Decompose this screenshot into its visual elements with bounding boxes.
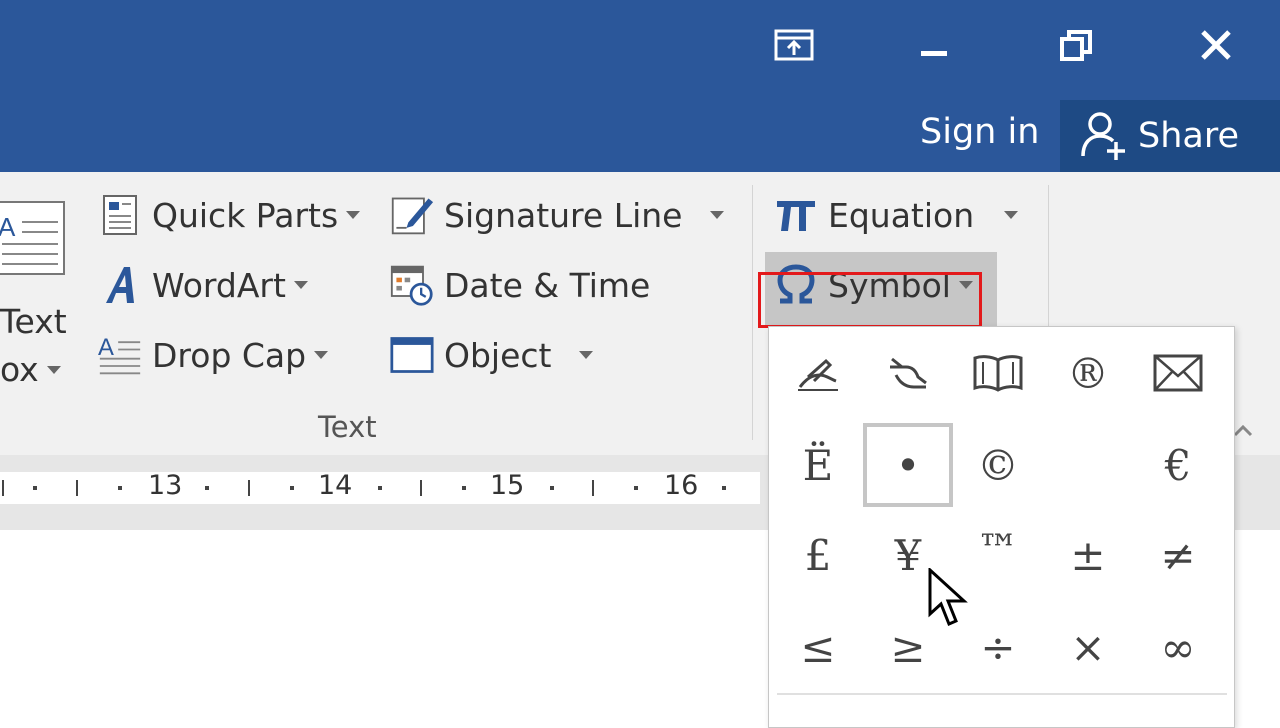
text-box-label-1: Text — [0, 302, 67, 341]
ruler-dot — [462, 486, 466, 490]
ribbon-display-icon — [774, 29, 814, 61]
drop-cap-button[interactable]: A Drop Cap — [98, 333, 329, 377]
object-label: Object — [444, 335, 552, 375]
object-dropdown-icon — [579, 351, 594, 359]
pointing-hand-icon — [890, 357, 927, 389]
ruler-dot — [550, 486, 554, 490]
symbol-item[interactable]: £ — [773, 513, 863, 597]
object-icon — [390, 333, 434, 377]
wordart-icon — [98, 263, 142, 307]
collapse-ribbon-button[interactable] — [1232, 420, 1254, 440]
svg-text:A: A — [0, 212, 16, 242]
symbol-item[interactable]: ® — [1043, 331, 1133, 415]
restore-icon — [1060, 30, 1092, 61]
equation-label: Equation — [828, 195, 975, 235]
ruler-tick — [592, 480, 594, 496]
horizontal-ruler: 13 14 15 16 — [0, 470, 760, 504]
ruler-mark: 16 — [664, 470, 699, 501]
ruler-mark: 13 — [148, 470, 183, 501]
ruler-tick — [2, 480, 4, 496]
text-box-button[interactable]: A Text ox — [0, 198, 70, 398]
title-bar: Sign in Share — [0, 0, 1280, 172]
object-button[interactable]: Object — [390, 333, 594, 377]
ruler-dot — [634, 486, 638, 490]
drop-cap-label: Drop Cap — [152, 335, 307, 375]
signature-line-label: Signature Line — [444, 195, 683, 235]
quick-parts-label: Quick Parts — [152, 195, 339, 235]
ruler-dot — [378, 486, 382, 490]
symbol-item[interactable]: € — [1133, 423, 1223, 507]
symbol-item[interactable] — [863, 331, 953, 415]
quick-parts-icon — [98, 193, 142, 237]
wordart-label: WordArt — [152, 265, 286, 305]
symbol-item[interactable]: © — [953, 423, 1043, 507]
symbol-highlight-box — [758, 272, 982, 328]
ribbon-display-options-button[interactable] — [764, 20, 824, 70]
quick-parts-button[interactable]: Quick Parts — [98, 193, 361, 237]
ruler-tick — [420, 480, 422, 496]
envelope-icon — [1153, 354, 1203, 392]
signature-line-dropdown-icon — [710, 211, 725, 219]
text-box-icon: A — [0, 201, 65, 275]
symbol-item-selected[interactable]: • — [863, 423, 953, 507]
signature-line-button[interactable]: Signature Line — [390, 193, 725, 237]
gallery-separator — [777, 693, 1227, 695]
symbol-item[interactable] — [773, 331, 863, 415]
text-box-label-row: ox — [0, 350, 61, 389]
date-time-icon — [390, 263, 434, 307]
ruler-tick — [76, 480, 78, 496]
drop-cap-icon: A — [98, 333, 142, 377]
open-book-icon — [973, 355, 1023, 392]
ruler-dot — [722, 486, 726, 490]
sign-in-link[interactable]: Sign in — [920, 112, 1039, 152]
ruler-mark: 14 — [318, 470, 353, 501]
chevron-up-icon — [1233, 424, 1253, 437]
quick-parts-dropdown-icon — [346, 211, 361, 219]
signature-line-icon — [390, 193, 434, 237]
symbol-item[interactable]: ≤ — [773, 605, 863, 689]
drop-cap-dropdown-icon — [314, 351, 329, 359]
ruler-dot — [33, 486, 37, 490]
symbol-item[interactable]: Ë — [773, 423, 863, 507]
share-person-icon — [1081, 112, 1125, 160]
share-button[interactable]: Share — [1060, 100, 1280, 172]
restore-button[interactable] — [1046, 20, 1106, 70]
symbol-item[interactable]: ≠ — [1133, 513, 1223, 597]
ruler-dot — [118, 486, 122, 490]
close-icon — [1201, 30, 1231, 60]
svg-text:A: A — [98, 334, 114, 361]
symbol-item[interactable] — [953, 331, 1043, 415]
text-box-dropdown-icon — [46, 365, 61, 374]
date-time-label: Date & Time — [444, 265, 651, 305]
share-label: Share — [1138, 116, 1240, 156]
ruler-dot — [205, 486, 209, 490]
equation-button[interactable]: Equation — [774, 193, 1019, 237]
symbol-item[interactable] — [1043, 423, 1133, 507]
ruler-tick — [248, 480, 250, 496]
writing-hand-icon — [798, 358, 838, 391]
symbol-item[interactable]: ∞ — [1133, 605, 1223, 689]
pi-icon — [774, 193, 818, 237]
text-box-label-2: ox — [0, 350, 39, 389]
group-separator — [752, 185, 753, 440]
equation-dropdown-icon — [1004, 211, 1019, 219]
close-button[interactable] — [1186, 20, 1246, 70]
document-page[interactable] — [0, 530, 770, 720]
date-time-button[interactable]: Date & Time — [390, 263, 650, 307]
wordart-button[interactable]: WordArt — [98, 263, 308, 307]
wordart-dropdown-icon — [293, 281, 308, 289]
group-label-text: Text — [318, 410, 377, 444]
minimize-button[interactable] — [904, 20, 964, 70]
symbol-item[interactable]: ± — [1043, 513, 1133, 597]
symbol-item[interactable]: × — [1043, 605, 1133, 689]
ruler-mark: 15 — [490, 470, 525, 501]
symbol-gallery: ® Ë • © € £ ¥ ™ ± ≠ ≤ ≥ ÷ × ∞ — [768, 326, 1235, 728]
mouse-cursor-icon — [928, 568, 968, 626]
ruler-dot — [290, 486, 294, 490]
minimize-icon — [921, 51, 947, 56]
symbol-item[interactable] — [1133, 331, 1223, 415]
